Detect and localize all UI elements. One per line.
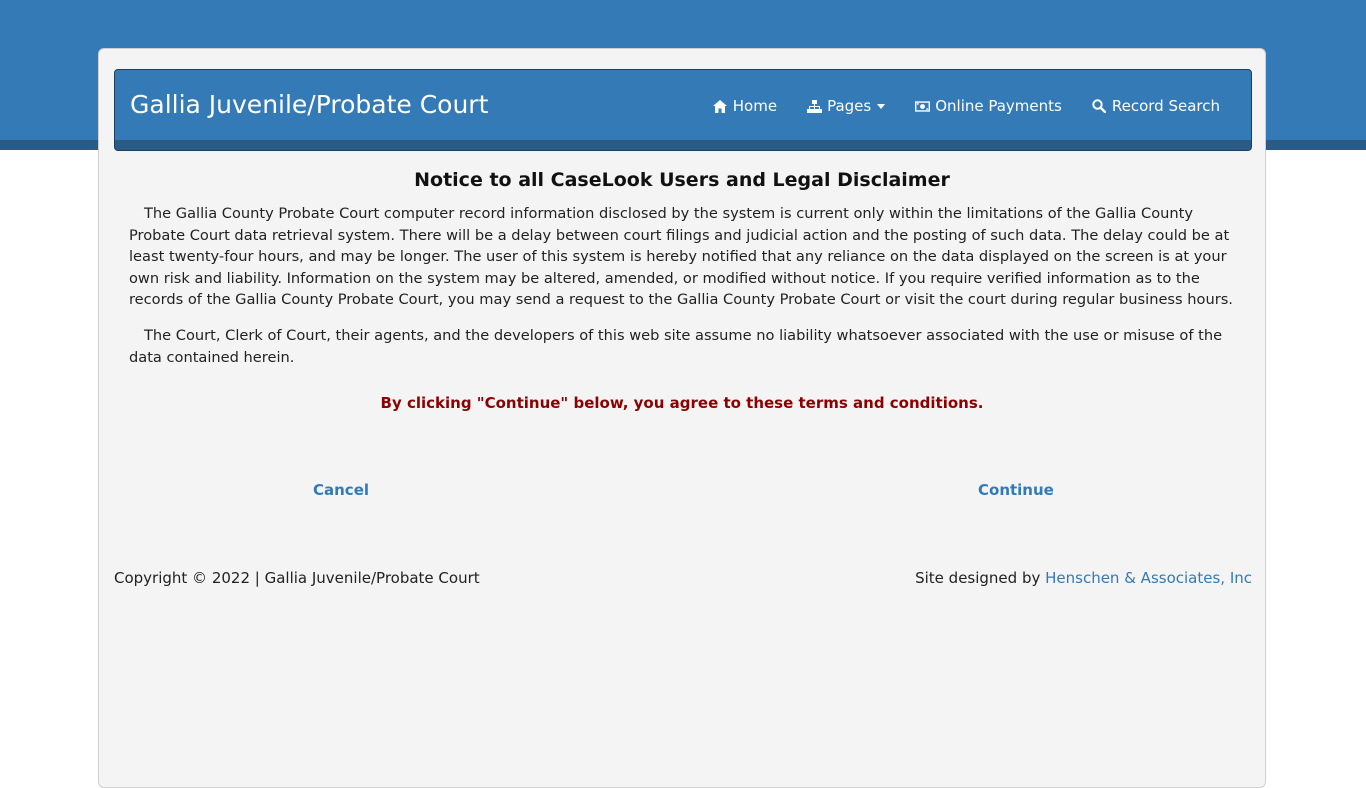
home-icon	[713, 99, 728, 114]
navbar-stripe	[115, 140, 1251, 150]
designer-credit: Site designed by Henschen & Associates, …	[915, 569, 1252, 587]
copyright-text: Copyright © 2022 | Gallia Juvenile/Proba…	[114, 569, 480, 587]
nav-item-home[interactable]: Home	[698, 95, 792, 117]
site-brand[interactable]: Gallia Juvenile/Probate Court	[130, 90, 488, 119]
nav-item-online-payments-label: Online Payments	[935, 97, 1062, 115]
disclaimer-paragraph-2: The Court, Clerk of Court, their agents,…	[129, 326, 1223, 366]
money-icon	[915, 99, 931, 114]
nav-item-pages[interactable]: Pages	[792, 95, 900, 117]
page-title: Notice to all CaseLook Users and Legal D…	[414, 169, 950, 191]
nav-item-online-payments[interactable]: Online Payments	[900, 95, 1077, 117]
page-card: Gallia Juvenile/Probate Court Home Pages	[98, 48, 1266, 788]
nav-item-pages-label: Pages	[827, 97, 872, 115]
disclaimer-content: Notice to all CaseLook Users and Legal D…	[129, 169, 1235, 412]
nav-item-home-label: Home	[732, 97, 778, 115]
search-icon	[1092, 99, 1107, 114]
nav-item-record-search[interactable]: Record Search	[1077, 95, 1235, 117]
action-row: Cancel Continue	[99, 481, 1267, 503]
navbar: Gallia Juvenile/Probate Court Home Pages	[114, 69, 1252, 151]
nav-menu: Home Pages Online Payments Record Search	[698, 95, 1235, 117]
nav-item-record-search-label: Record Search	[1111, 97, 1220, 115]
agreement-notice: By clicking "Continue" below, you agree …	[380, 394, 984, 413]
disclaimer-paragraph-1: The Gallia County Probate Court computer…	[129, 205, 1233, 309]
continue-button[interactable]: Continue	[978, 481, 1054, 499]
designer-link[interactable]: Henschen & Associates, Inc	[1045, 569, 1252, 587]
designer-credit-prefix: Site designed by	[915, 569, 1046, 587]
sitemap-icon	[807, 99, 823, 114]
cancel-button[interactable]: Cancel	[313, 481, 369, 499]
chevron-down-icon	[877, 103, 886, 109]
